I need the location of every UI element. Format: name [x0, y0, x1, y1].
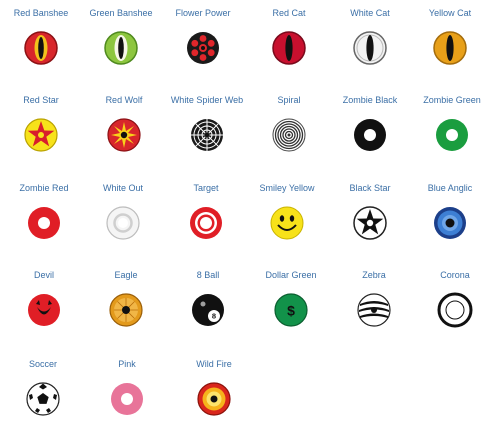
yellow-cat-lens-icon — [433, 31, 467, 65]
lens-label: Pink — [118, 359, 136, 369]
eagle-lens-icon — [109, 293, 143, 327]
lens-label: Yellow Cat — [428, 8, 472, 18]
dollar-green-lens-icon: $ — [274, 293, 308, 327]
svg-text:$: $ — [287, 303, 295, 319]
lens-label: Zombie Black — [342, 95, 398, 105]
lens-label: White Out — [102, 183, 143, 193]
lens-item-white-spider-web[interactable]: White Spider Web — [166, 95, 248, 175]
lens-label: Eagle — [114, 270, 138, 280]
lens-label: Red Banshee — [13, 8, 69, 18]
lens-item-target[interactable]: Target — [165, 183, 247, 263]
lens-item-zombie-red[interactable]: Zombie Red — [3, 183, 85, 263]
lens-label: Soccer — [28, 359, 57, 369]
pink-lens-icon — [111, 383, 143, 415]
green-banshee-lens-icon — [104, 31, 138, 65]
lens-label: Blue Anglic — [427, 183, 473, 193]
lens-item-spiral[interactable]: Spiral — [248, 95, 330, 175]
white-spider-web-lens-icon — [191, 119, 223, 151]
lens-item-zombie-black[interactable]: Zombie Black — [329, 95, 411, 175]
corona-lens-icon — [437, 292, 473, 328]
spiral-lens-icon — [272, 118, 306, 152]
lens-catalog-page: { "catalog": { "items": [ {"id": "red-ba… — [0, 0, 500, 423]
devil-lens-icon — [28, 294, 60, 326]
lens-item-devil[interactable]: Devil — [3, 270, 85, 350]
white-cat-lens-icon — [353, 31, 387, 65]
soccer-lens-icon — [26, 382, 60, 416]
lens-item-dollar-green[interactable]: Dollar Green $ — [250, 270, 332, 350]
zombie-red-lens-icon — [28, 207, 60, 239]
red-star-lens-icon — [24, 118, 58, 152]
wild-fire-lens-icon — [197, 382, 231, 416]
lens-item-red-wolf[interactable]: Red Wolf — [83, 95, 165, 175]
lens-label: 8 Ball — [196, 270, 220, 280]
lens-label: Wild Fire — [196, 359, 232, 369]
lens-item-blue-anglic[interactable]: Blue Anglic — [409, 183, 491, 263]
lens-item-soccer[interactable]: Soccer — [2, 359, 84, 439]
svg-text:8: 8 — [212, 312, 216, 321]
red-cat-lens-icon — [272, 31, 306, 65]
lens-label: White Cat — [350, 8, 390, 18]
red-banshee-lens-icon — [24, 31, 58, 65]
lens-item-red-cat[interactable]: Red Cat — [248, 8, 330, 88]
lens-label: Zebra — [362, 270, 386, 280]
lens-item-zombie-green[interactable]: Zombie Green — [411, 95, 493, 175]
lens-item-white-cat[interactable]: White Cat — [329, 8, 411, 88]
lens-item-smiley-yellow[interactable]: Smiley Yellow — [246, 183, 328, 263]
lens-label: Flower Power — [175, 8, 231, 18]
lens-label: Devil — [33, 270, 54, 280]
lens-label: Zombie Red — [19, 183, 69, 193]
lens-item-wild-fire[interactable]: Wild Fire — [173, 359, 255, 439]
lens-label: Red Star — [23, 95, 59, 105]
lens-label: Target — [193, 183, 219, 193]
lens-label: White Spider Web — [170, 95, 244, 105]
lens-label: Red Wolf — [105, 95, 143, 105]
smiley-yellow-lens-icon — [270, 206, 304, 240]
lens-item-green-banshee[interactable]: Green Banshee — [80, 8, 162, 88]
lens-item-8-ball[interactable]: 8 Ball 8 — [167, 270, 249, 350]
lens-label: Zombie Green — [423, 95, 481, 105]
lens-item-yellow-cat[interactable]: Yellow Cat — [409, 8, 491, 88]
zombie-green-lens-icon — [436, 119, 468, 151]
8-ball-lens-icon: 8 — [192, 294, 224, 326]
lens-item-corona[interactable]: Corona — [414, 270, 496, 350]
lens-label: Corona — [440, 270, 470, 280]
lens-label: Smiley Yellow — [259, 183, 315, 193]
lens-item-pink[interactable]: Pink — [86, 359, 168, 439]
lens-label: Dollar Green — [265, 270, 317, 280]
blue-anglic-lens-icon — [434, 207, 466, 239]
lens-label: Green Banshee — [89, 8, 153, 18]
lens-item-flower-power[interactable]: Flower Power — [162, 8, 244, 88]
flower-power-lens-icon — [187, 32, 219, 64]
lens-item-eagle[interactable]: Eagle — [85, 270, 167, 350]
lens-item-zebra[interactable]: Zebra — [333, 270, 415, 350]
zebra-lens-icon — [357, 293, 391, 327]
zombie-black-lens-icon — [354, 119, 386, 151]
lens-item-red-star[interactable]: Red Star — [0, 95, 82, 175]
black-star-lens-icon — [353, 206, 387, 240]
lens-item-black-star[interactable]: Black Star — [329, 183, 411, 263]
lens-item-white-out[interactable]: White Out — [82, 183, 164, 263]
lens-label: Spiral — [277, 95, 301, 105]
lens-label: Black Star — [349, 183, 391, 193]
red-wolf-lens-icon — [107, 118, 141, 152]
white-out-lens-icon — [106, 206, 140, 240]
lens-label: Red Cat — [272, 8, 306, 18]
target-lens-icon — [190, 207, 222, 239]
lens-item-red-banshee[interactable]: Red Banshee — [0, 8, 82, 88]
